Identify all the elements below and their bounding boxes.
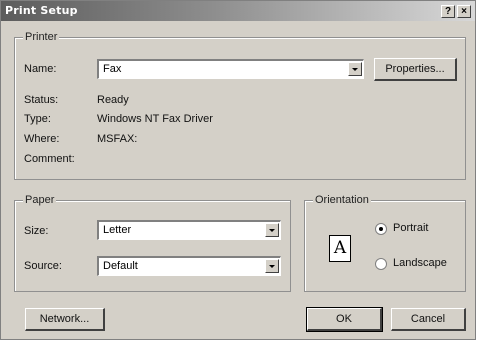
print-setup-dialog: Print Setup ? × Printer Name: Fax Proper… [0, 0, 476, 340]
portrait-label[interactable]: Portrait [393, 222, 428, 234]
type-value: Windows NT Fax Driver [97, 113, 213, 125]
paper-size-select[interactable]: Letter [97, 220, 281, 240]
properties-button[interactable]: Properties... [374, 58, 457, 81]
ok-button[interactable]: OK [306, 307, 383, 332]
network-button[interactable]: Network... [25, 308, 105, 331]
size-label: Size: [24, 225, 49, 237]
help-button[interactable]: ? [441, 5, 455, 18]
chevron-down-icon [269, 265, 275, 268]
paper-size-dropdown-button[interactable] [265, 223, 279, 237]
paper-group: Paper Size: Letter Source: Default [14, 194, 291, 292]
cancel-button[interactable]: Cancel [391, 308, 466, 331]
status-label: Status: [24, 94, 59, 106]
where-label: Where: [24, 133, 60, 145]
paper-size-value: Letter [103, 224, 132, 236]
name-label: Name: [24, 63, 57, 75]
source-label: Source: [24, 260, 62, 272]
status-value: Ready [97, 94, 129, 106]
where-value: MSFAX: [97, 133, 138, 145]
window-title: Print Setup [5, 4, 78, 17]
printer-name-value: Fax [103, 63, 122, 75]
printer-group-label: Printer [23, 31, 60, 43]
paper-source-select[interactable]: Default [97, 256, 281, 276]
chevron-down-icon [352, 68, 358, 71]
portrait-page-icon: A [329, 235, 351, 262]
title-bar: Print Setup ? × [1, 1, 475, 21]
comment-label: Comment: [24, 153, 75, 165]
paper-source-value: Default [103, 260, 138, 272]
landscape-label[interactable]: Landscape [393, 257, 447, 269]
landscape-radio[interactable] [375, 258, 387, 270]
portrait-radio[interactable] [375, 223, 387, 235]
orientation-group-label: Orientation [313, 194, 371, 206]
type-label: Type: [24, 113, 51, 125]
printer-name-select[interactable]: Fax [97, 59, 364, 79]
chevron-down-icon [269, 229, 275, 232]
printer-name-dropdown-button[interactable] [348, 62, 362, 76]
printer-group: Printer Name: Fax Properties... Status: … [14, 31, 466, 180]
close-button[interactable]: × [457, 5, 471, 18]
paper-source-dropdown-button[interactable] [265, 259, 279, 273]
paper-group-label: Paper [23, 194, 57, 206]
orientation-group: Orientation A Portrait Landscape [304, 194, 466, 292]
